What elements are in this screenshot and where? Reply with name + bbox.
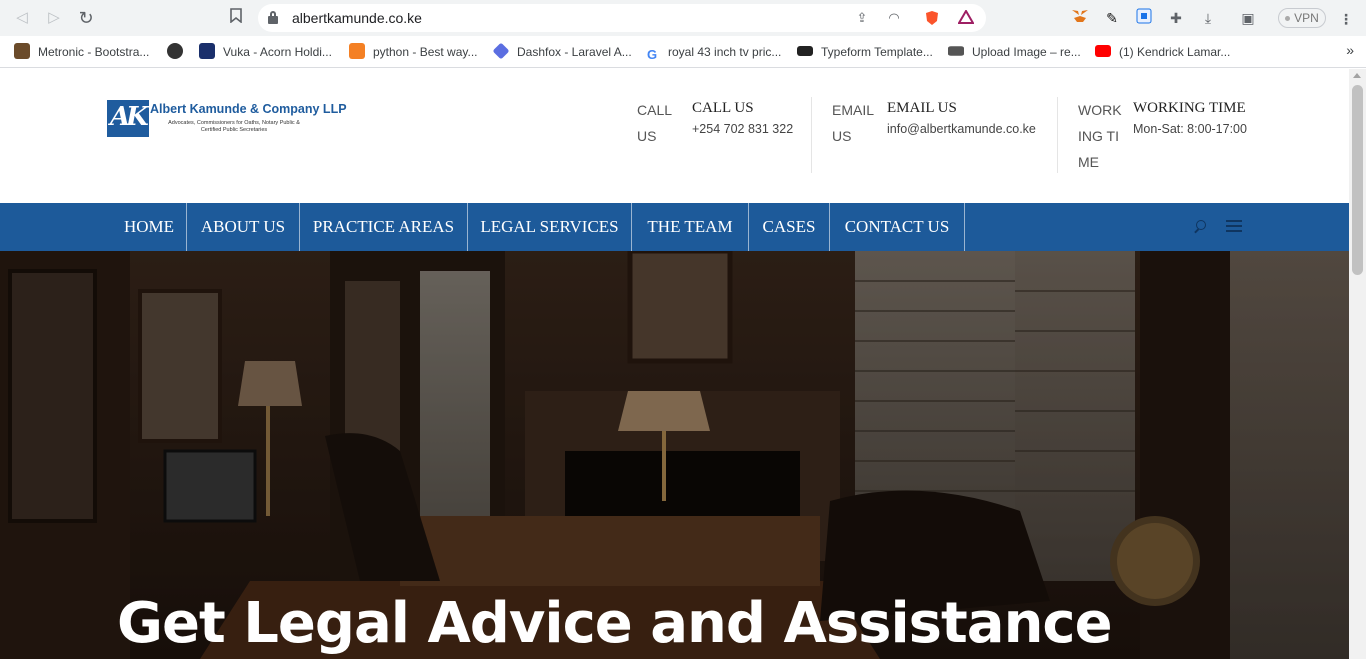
contact-title: CALL US [692,100,754,116]
logo-letters: AK [110,102,149,132]
bookmark-label: python - Best way... [373,45,478,59]
vpn-label: VPN [1294,11,1319,25]
typeform-icon [797,46,813,56]
bookmark-item[interactable]: Dashfox - Laravel A... [492,42,632,62]
logo-company-name: Albert Kamunde & Company LLP [150,102,347,116]
nav-contact-us[interactable]: CONTACT US [830,203,964,251]
bookmark-item[interactable]: Vuka - Acorn Holdi... [199,42,332,62]
bookmark-item[interactable]: Typeform Template... [797,42,933,62]
bookmark-item[interactable]: python - Best way... [349,42,478,62]
nav-home[interactable]: HOME [112,203,186,251]
download-icon[interactable]: ⤓ [1198,8,1218,28]
contact-title: WORKING TIME [1133,100,1246,116]
scrollbar-thumb[interactable] [1352,85,1363,275]
search-icon[interactable] [1193,219,1209,235]
bookmark-label: Metronic - Bootstra... [38,45,150,59]
brave-rewards-icon[interactable] [957,9,975,26]
nav-the-team[interactable]: THE TEAM [632,203,748,251]
brave-shield-icon[interactable] [924,10,940,26]
divider [1057,97,1058,173]
hamburger-menu-icon[interactable] [1226,220,1242,232]
site-logo[interactable]: AK Albert Kamunde & Company LLP Advocate… [107,100,352,140]
contact-title: EMAIL US [887,100,957,116]
contact-phone[interactable]: +254 702 831 322 [692,122,793,136]
vpn-button[interactable]: VPN [1278,8,1326,28]
email-icon: EMAIL US [832,102,874,144]
eyedropper-icon[interactable]: ✎ [1102,8,1122,28]
bookmark-label: Vuka - Acorn Holdi... [223,45,332,59]
clock-icon: WORKING TIME [1078,102,1122,170]
main-nav: HOME ABOUT US PRACTICE AREAS LEGAL SERVI… [0,203,1349,251]
extensions-puzzle-icon[interactable]: ✚ [1166,8,1186,28]
nav-divider [964,203,965,251]
bookmark-item[interactable]: Upload Image – re... [948,42,1081,62]
nav-about-us[interactable]: ABOUT US [187,203,299,251]
address-bar[interactable]: albertkamunde.co.ke ⇪ ◠ [258,4,986,32]
bookmarks-bar: Metronic - Bootstra... Vuka - Acorn Hold… [0,36,1366,68]
menu-kebab-icon[interactable]: ⋮ [1336,9,1356,29]
hero-headline: Get Legal Advice and Assistance [117,591,1113,656]
stackoverflow-icon [349,43,365,59]
page-scrollbar[interactable] [1349,69,1366,659]
bookmark-label: Typeform Template... [821,45,933,59]
bookmark-label: (1) Kendrick Lamar... [1119,45,1231,59]
back-icon[interactable]: ◁ [12,8,32,28]
bookmark-favicon [199,43,215,59]
lock-icon [268,11,278,24]
logo-mark: AK [107,100,149,137]
bookmark-item[interactable]: (1) Kendrick Lamar... [1095,42,1230,62]
divider [811,97,812,173]
bookmark-item[interactable]: Groyal 43 inch tv pric... [644,42,782,63]
reload-icon[interactable]: ↻ [76,8,96,28]
logo-tagline: Advocates, Commissioners for Oaths, Nota… [168,120,300,133]
rss-icon[interactable]: ◠ [886,10,902,26]
nav-cases[interactable]: CASES [749,203,829,251]
forward-icon[interactable]: ▷ [44,8,64,28]
contact-hours-value: Mon-Sat: 8:00-17:00 [1133,122,1247,136]
bookmark-favicon [948,46,964,56]
bookmark-item[interactable] [167,42,191,62]
browser-toolbar: ◁ ▷ ↻ albertkamunde.co.ke ⇪ ◠ ✎ ✚ ⤓ ▣ VP… [0,0,1366,36]
bookmark-item[interactable]: Metronic - Bootstra... [14,42,149,62]
bookmark-label: Dashfox - Laravel A... [517,45,632,59]
hero-banner: Get Legal Advice and Assistance [0,251,1349,659]
nav-legal-services[interactable]: LEGAL SERVICES [468,203,631,251]
contact-hours: WORKING TIME WORKING TIME Mon-Sat: 8:00-… [1078,97,1258,197]
bookmark-favicon [492,42,510,60]
wallet-icon[interactable]: ▣ [1238,8,1258,28]
bookmark-icon[interactable] [226,8,246,28]
nav-practice-areas[interactable]: PRACTICE AREAS [300,203,467,251]
contact-email-address[interactable]: info@albertkamunde.co.ke [887,122,1036,136]
url-text[interactable]: albertkamunde.co.ke [292,10,422,26]
phone-icon: CALL US [637,102,672,144]
contact-call: CALL US CALL US +254 702 831 322 [637,97,807,177]
share-icon[interactable]: ⇪ [854,10,870,26]
google-icon: G [644,47,660,63]
scroll-up-icon[interactable] [1353,73,1361,78]
extension-box-icon[interactable] [1134,8,1154,28]
bookmark-favicon [14,43,30,59]
globe-icon [167,43,183,59]
bookmark-label: Upload Image – re... [972,45,1081,59]
web-page: AK Albert Kamunde & Company LLP Advocate… [0,69,1349,659]
bookmarks-overflow-button[interactable]: » [1346,42,1354,58]
metamask-icon[interactable] [1070,8,1090,28]
bookmark-label: royal 43 inch tv pric... [668,45,782,59]
contact-email: EMAIL US EMAIL US info@albertkamunde.co.… [832,97,1047,177]
youtube-icon [1095,45,1111,57]
